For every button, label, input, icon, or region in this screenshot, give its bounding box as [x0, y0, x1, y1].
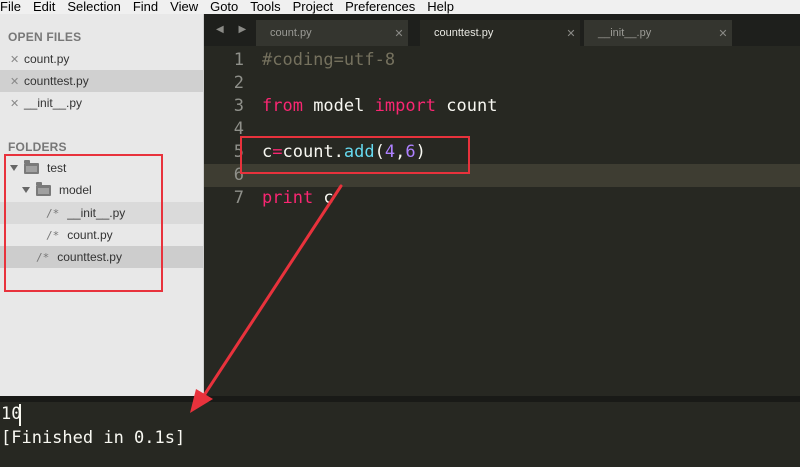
code-number: 6: [405, 142, 416, 162]
close-icon[interactable]: ✕: [562, 27, 580, 40]
close-icon[interactable]: ✕: [10, 75, 24, 88]
line-number: 4: [233, 119, 244, 139]
code-arg: c: [313, 188, 334, 208]
line-number: 7: [233, 188, 244, 208]
line-number: 2: [233, 73, 244, 93]
menu-edit[interactable]: Edit: [33, 0, 55, 14]
close-icon[interactable]: ✕: [10, 53, 24, 66]
code-line-1: #coding=utf-8: [262, 50, 395, 70]
line-number: 3: [233, 96, 244, 116]
disclosure-triangle-icon[interactable]: [22, 187, 30, 193]
tree-file-count[interactable]: /* count.py: [0, 224, 203, 246]
folder-open-icon: [36, 181, 51, 196]
code-paren: (: [374, 142, 385, 162]
code-name: count: [436, 96, 498, 116]
file-icon: /*: [46, 228, 60, 242]
code-comma: ,: [395, 142, 406, 162]
close-icon[interactable]: ✕: [10, 97, 24, 110]
open-files-header: OPEN FILES: [8, 30, 82, 44]
output-finished: [Finished in 0.1s]: [1, 428, 186, 448]
tab-label: count.py: [270, 27, 312, 39]
menu-find[interactable]: Find: [133, 0, 158, 14]
keyword-import: import: [374, 96, 437, 116]
code-paren: ): [415, 142, 426, 162]
folder-open-icon: [24, 159, 39, 174]
close-icon[interactable]: ✕: [714, 27, 732, 40]
current-line-highlight: [204, 164, 800, 187]
menu-project[interactable]: Project: [293, 0, 333, 14]
menu-goto[interactable]: Goto: [210, 0, 238, 14]
code-var: c: [262, 142, 273, 162]
open-file-item-active[interactable]: ✕ counttest.py: [0, 70, 203, 92]
tree-folder-test[interactable]: test: [0, 157, 203, 179]
tree-file-label: count.py: [67, 228, 113, 242]
tab-nav-arrows-icon[interactable]: ◀ ▶: [216, 24, 252, 35]
sidebar: OPEN FILES ✕ count.py ✕ counttest.py ✕ _…: [0, 14, 204, 398]
line-number: 6: [233, 165, 244, 185]
keyword-from: from: [262, 96, 303, 116]
code-module: model: [302, 96, 375, 116]
tab-label: counttest.py: [434, 27, 494, 39]
menu-bar: File Edit Selection Find View Goto Tools…: [0, 0, 800, 14]
line-number: 5: [233, 142, 244, 162]
menu-view[interactable]: View: [170, 0, 198, 14]
tree-folder-label: model: [59, 183, 92, 197]
code-function: add: [343, 142, 375, 162]
menu-preferences[interactable]: Preferences: [345, 0, 415, 14]
tree-folder-model[interactable]: model: [0, 179, 203, 201]
tab-counttest[interactable]: counttest.py ✕: [420, 20, 580, 46]
code-comment: #coding=utf-8: [262, 50, 396, 70]
open-file-label: count.py: [24, 52, 70, 66]
tab-label: __init__.py: [598, 27, 652, 39]
code-operator: =: [272, 142, 283, 162]
code-editor[interactable]: 1 2 3 4 5 6 7 #coding=utf-8 from model i…: [204, 46, 800, 396]
code-line-3: from model import count: [262, 96, 497, 116]
code-line-7: print c: [262, 188, 334, 208]
tab-count[interactable]: count.py ✕: [256, 20, 408, 46]
menu-tools[interactable]: Tools: [250, 0, 280, 14]
file-icon: /*: [36, 250, 50, 264]
tab-init[interactable]: __init__.py ✕: [584, 20, 732, 46]
tree-file-init[interactable]: /* __init__.py: [0, 202, 203, 224]
menu-file[interactable]: File: [0, 0, 21, 14]
tree-file-counttest[interactable]: /* counttest.py: [0, 246, 203, 268]
code-line-5: c=count.add(4,6): [262, 142, 426, 162]
tree-folder-label: test: [47, 161, 67, 175]
close-icon[interactable]: ✕: [390, 27, 408, 40]
code-object: count.: [282, 142, 344, 162]
tree-file-label: __init__.py: [67, 206, 126, 220]
tree-file-label: counttest.py: [57, 250, 122, 264]
tab-bar: ◀ ▶ count.py ✕ counttest.py ✕ __init__.p…: [204, 14, 800, 46]
menu-help[interactable]: Help: [427, 0, 454, 14]
open-file-label: counttest.py: [24, 74, 89, 88]
file-icon: /*: [46, 206, 60, 220]
text-cursor: [19, 404, 21, 426]
open-file-item[interactable]: ✕ __init__.py: [0, 92, 203, 114]
disclosure-triangle-icon[interactable]: [10, 165, 18, 171]
line-number: 1: [233, 50, 244, 70]
menu-selection[interactable]: Selection: [67, 0, 120, 14]
open-file-label: __init__.py: [24, 96, 83, 110]
keyword-print: print: [262, 188, 314, 208]
folders-header: FOLDERS: [8, 140, 67, 154]
open-file-item[interactable]: ✕ count.py: [0, 48, 203, 70]
output-panel[interactable]: 10 [Finished in 0.1s]: [0, 402, 800, 467]
code-number: 4: [384, 142, 396, 162]
